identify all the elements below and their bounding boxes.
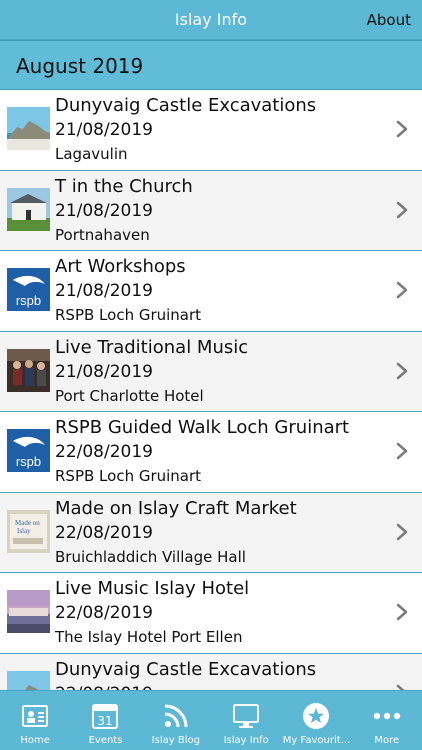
event-thumbnail bbox=[7, 348, 50, 392]
event-date: 22/08/2019 bbox=[55, 442, 153, 462]
event-title: Dunyvaig Castle Excavations bbox=[55, 658, 317, 680]
event-title: Dunyvaig Castle Excavations bbox=[55, 95, 317, 116]
event-thumbnail bbox=[7, 187, 50, 231]
event-row[interactable]: Live Traditional Music 21/08/2019 Port Cha… bbox=[0, 331, 422, 412]
chevron-right-icon bbox=[396, 523, 408, 540]
event-venue: RSPB Loch Gruinart bbox=[55, 306, 202, 324]
event-venue: Portnahaven bbox=[55, 225, 150, 244]
tab-label: My Favourit... bbox=[282, 735, 351, 746]
about-button[interactable]: About bbox=[367, 11, 411, 29]
tab-label: More bbox=[374, 735, 400, 746]
event-title: Made on Islay Craft Market bbox=[55, 497, 297, 519]
tab-more[interactable]: More bbox=[352, 691, 422, 750]
tab-home[interactable]: Home bbox=[0, 691, 70, 750]
tab-label: Islay Blog bbox=[151, 735, 200, 746]
svg-text:Islay: Islay bbox=[17, 527, 31, 535]
more-icon bbox=[372, 701, 402, 731]
event-date: 22/08/2019 bbox=[55, 603, 153, 623]
chevron-right-icon bbox=[396, 442, 408, 460]
tab-label: Islay Info bbox=[223, 735, 269, 746]
chevron-right-icon bbox=[396, 281, 408, 299]
event-title: Live Traditional Music bbox=[55, 336, 249, 358]
event-date: 21/08/2019 bbox=[55, 281, 153, 301]
event-title: T in the Church bbox=[55, 175, 193, 197]
event-date: 21/08/2019 bbox=[55, 120, 153, 140]
event-date: 22/08/2019 bbox=[55, 522, 153, 543]
event-thumbnail: rspb bbox=[7, 268, 50, 311]
chevron-right-icon bbox=[396, 603, 408, 621]
event-date: 21/08/2019 bbox=[55, 361, 153, 382]
star-icon bbox=[301, 701, 331, 731]
event-venue: RSPB Loch Gruinart bbox=[55, 467, 202, 485]
event-date: 21/08/2019 bbox=[55, 200, 153, 221]
calendar-badge-text: 31 bbox=[98, 714, 113, 728]
event-venue: Port Charlotte Hotel bbox=[55, 386, 204, 405]
event-thumbnail bbox=[7, 670, 50, 690]
calendar-icon: 31 bbox=[90, 701, 120, 731]
event-title: RSPB Guided Walk Loch Gruinart bbox=[55, 417, 350, 438]
rss-icon bbox=[161, 701, 191, 731]
tab-islay-blog[interactable]: Islay Blog bbox=[141, 691, 211, 750]
event-thumbnail bbox=[7, 590, 50, 633]
event-row[interactable]: rspb Art Workshops 21/08/2019 RSPB Loch Gru… bbox=[0, 251, 422, 332]
monitor-icon bbox=[231, 701, 261, 731]
chevron-right-icon bbox=[396, 201, 408, 218]
event-row[interactable]: Dunyvaig Castle Excavations 21/08/2019 Lag… bbox=[0, 90, 422, 171]
event-row[interactable]: Live Music Islay Hotel 22/08/2019 The Isla… bbox=[0, 573, 422, 654]
event-thumbnail: Made on Islay bbox=[7, 509, 50, 553]
event-title: Art Workshops bbox=[55, 256, 186, 277]
tab-events[interactable]: 31 Events bbox=[70, 691, 140, 750]
event-row[interactable]: Dunyvaig Castle Excavations22/08/2019Lag… bbox=[0, 653, 422, 690]
event-title: Live Music Islay Hotel bbox=[55, 578, 250, 599]
chevron-right-icon bbox=[396, 362, 408, 379]
event-thumbnail: rspb bbox=[7, 429, 50, 472]
top-nav-bar: Islay Info About bbox=[0, 0, 422, 40]
tab-label: Events bbox=[88, 735, 123, 746]
event-row[interactable]: T in the Church 21/08/2019 Portnahaven bbox=[0, 170, 422, 251]
tab-my-favourit[interactable]: My Favourit... bbox=[281, 691, 351, 750]
tab-bar: Home 31 Events Islay Blog Islay Info My Favou… bbox=[0, 690, 422, 750]
event-row[interactable]: rspb RSPB Guided Walk Loch Gruinart 22/08/… bbox=[0, 412, 422, 493]
section-header: August 2019 bbox=[0, 40, 422, 90]
event-venue: Bruichladdich Village Hall bbox=[55, 547, 246, 566]
home-icon bbox=[20, 701, 50, 731]
chevron-right-icon bbox=[396, 120, 408, 138]
event-row[interactable]: Made on Islay Made on Islay Craft Market 22… bbox=[0, 492, 422, 573]
section-header-label: August 2019 bbox=[16, 54, 144, 78]
rspb-logo-text: rspb bbox=[16, 293, 41, 308]
craft-poster-text: Made on bbox=[15, 519, 40, 527]
rspb-logo-text: rspb bbox=[16, 454, 41, 469]
nav-title: Islay Info bbox=[174, 10, 248, 29]
tab-islay-info[interactable]: Islay Info bbox=[211, 691, 281, 750]
events-list[interactable]: Dunyvaig Castle Excavations 21/08/2019 Lag… bbox=[0, 90, 422, 690]
event-thumbnail bbox=[7, 107, 50, 150]
event-venue: The Islay Hotel Port Ellen bbox=[55, 628, 243, 646]
tab-label: Home bbox=[20, 735, 50, 746]
event-venue: Lagavulin bbox=[55, 145, 128, 163]
